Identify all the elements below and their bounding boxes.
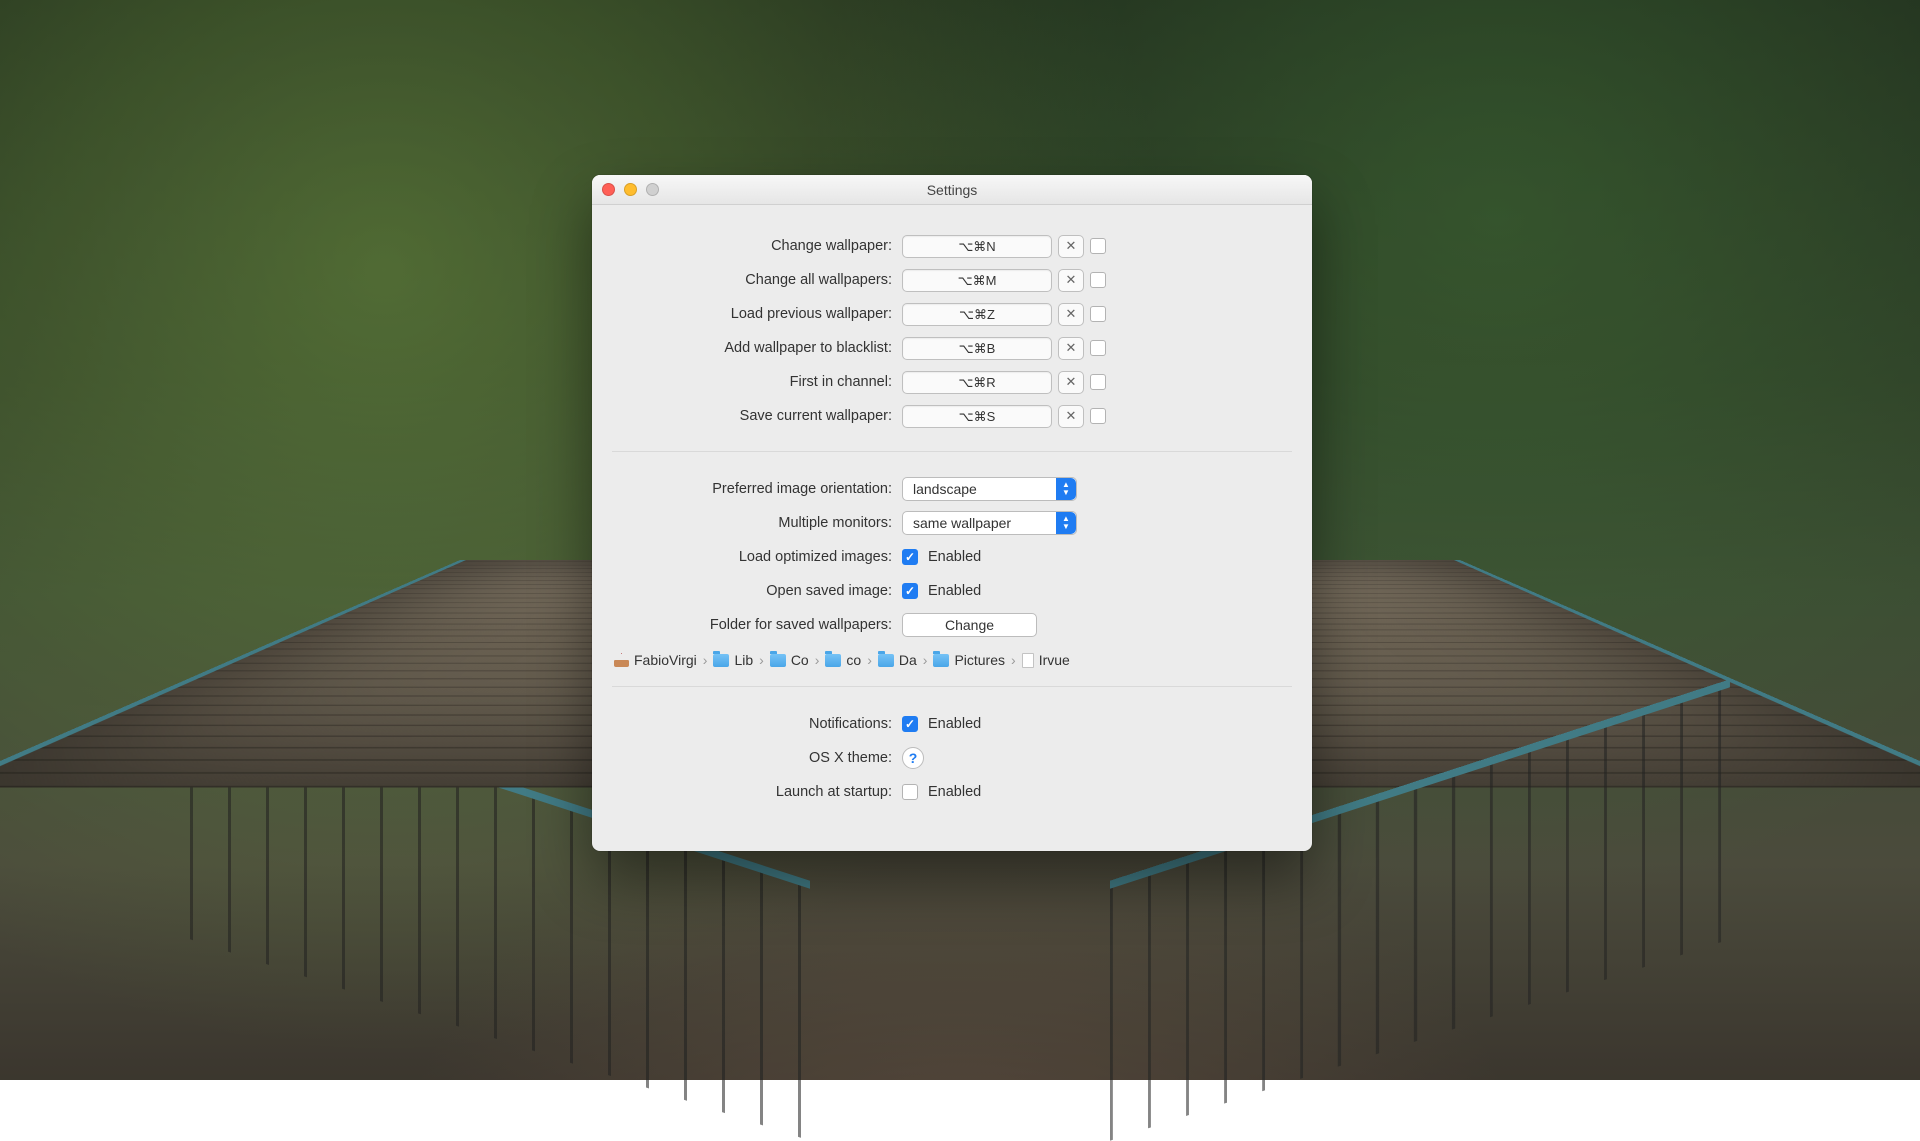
file-icon <box>1022 653 1034 668</box>
monitors-label: Multiple monitors: <box>612 515 902 531</box>
shortcut-enable-checkbox[interactable] <box>1090 340 1106 356</box>
shortcut-label: Change wallpaper: <box>612 238 902 254</box>
close-icon: ✕ <box>1066 374 1077 390</box>
folder-icon <box>770 654 786 667</box>
enabled-text: Enabled <box>928 784 981 800</box>
shortcut-enable-checkbox[interactable] <box>1090 272 1106 288</box>
chevron-right-icon: › <box>815 652 820 668</box>
open-saved-label: Open saved image: <box>612 583 902 599</box>
change-folder-button[interactable]: Change <box>902 613 1037 637</box>
close-icon: ✕ <box>1066 238 1077 254</box>
settings-window: Settings Change wallpaper: ⌥⌘N ✕ Change … <box>592 175 1312 851</box>
path-segment[interactable]: Co <box>770 652 809 668</box>
shortcut-enable-checkbox[interactable] <box>1090 306 1106 322</box>
notifications-label: Notifications: <box>612 716 902 732</box>
chevron-right-icon: › <box>759 652 764 668</box>
chevron-right-icon: › <box>923 652 928 668</box>
chevron-up-down-icon: ▲▼ <box>1056 478 1076 500</box>
clear-shortcut-button[interactable]: ✕ <box>1058 371 1084 394</box>
path-segment[interactable]: co <box>825 652 861 668</box>
chevron-up-down-icon: ▲▼ <box>1056 512 1076 534</box>
clear-shortcut-button[interactable]: ✕ <box>1058 269 1084 292</box>
shortcut-label: First in channel: <box>612 374 902 390</box>
shortcut-label: Change all wallpapers: <box>612 272 902 288</box>
clear-shortcut-button[interactable]: ✕ <box>1058 303 1084 326</box>
shortcut-field-first-channel[interactable]: ⌥⌘R <box>902 371 1052 394</box>
shortcut-label: Save current wallpaper: <box>612 408 902 424</box>
folder-path: FabioVirgi › Lib › Co › co › Da › Pictur… <box>612 644 1292 670</box>
startup-label: Launch at startup: <box>612 784 902 800</box>
shortcut-field-change-all[interactable]: ⌥⌘M <box>902 269 1052 292</box>
monitors-select[interactable]: same wallpaper ▲▼ <box>902 511 1077 535</box>
optimized-checkbox[interactable] <box>902 549 918 565</box>
orientation-value: landscape <box>913 481 977 497</box>
shortcuts-section: Change wallpaper: ⌥⌘N ✕ Change all wallp… <box>612 219 1292 451</box>
path-segment[interactable]: FabioVirgi <box>614 652 697 668</box>
orientation-select[interactable]: landscape ▲▼ <box>902 477 1077 501</box>
close-icon[interactable] <box>602 183 615 196</box>
shortcut-enable-checkbox[interactable] <box>1090 408 1106 424</box>
path-segment[interactable]: Da <box>878 652 917 668</box>
folder-icon <box>713 654 729 667</box>
close-icon: ✕ <box>1066 340 1077 356</box>
clear-shortcut-button[interactable]: ✕ <box>1058 405 1084 428</box>
enabled-text: Enabled <box>928 716 981 732</box>
enabled-text: Enabled <box>928 583 981 599</box>
optimized-label: Load optimized images: <box>612 549 902 565</box>
notifications-checkbox[interactable] <box>902 716 918 732</box>
open-saved-checkbox[interactable] <box>902 583 918 599</box>
orientation-label: Preferred image orientation: <box>612 481 902 497</box>
startup-checkbox[interactable] <box>902 784 918 800</box>
chevron-right-icon: › <box>1011 652 1016 668</box>
shortcut-enable-checkbox[interactable] <box>1090 374 1106 390</box>
theme-label: OS X theme: <box>612 750 902 766</box>
shortcut-field-blacklist[interactable]: ⌥⌘B <box>902 337 1052 360</box>
shortcut-field-previous[interactable]: ⌥⌘Z <box>902 303 1052 326</box>
close-icon: ✕ <box>1066 272 1077 288</box>
shortcut-label: Add wallpaper to blacklist: <box>612 340 902 356</box>
folder-icon <box>933 654 949 667</box>
folder-icon <box>825 654 841 667</box>
path-segment[interactable]: Lib <box>713 652 753 668</box>
clear-shortcut-button[interactable]: ✕ <box>1058 337 1084 360</box>
window-title: Settings <box>592 182 1312 198</box>
enabled-text: Enabled <box>928 549 981 565</box>
folder-label: Folder for saved wallpapers: <box>612 617 902 633</box>
home-icon <box>614 653 629 667</box>
chevron-right-icon: › <box>867 652 872 668</box>
chevron-right-icon: › <box>703 652 708 668</box>
path-segment[interactable]: Irvue <box>1022 652 1070 668</box>
system-section: Notifications: Enabled OS X theme: ? Lau… <box>612 686 1292 827</box>
monitors-value: same wallpaper <box>913 515 1011 531</box>
shortcut-field-change-wallpaper[interactable]: ⌥⌘N <box>902 235 1052 258</box>
shortcut-label: Load previous wallpaper: <box>612 306 902 322</box>
shortcut-enable-checkbox[interactable] <box>1090 238 1106 254</box>
titlebar[interactable]: Settings <box>592 175 1312 205</box>
zoom-icon <box>646 183 659 196</box>
minimize-icon[interactable] <box>624 183 637 196</box>
close-icon: ✕ <box>1066 306 1077 322</box>
shortcut-field-save[interactable]: ⌥⌘S <box>902 405 1052 428</box>
close-icon: ✕ <box>1066 408 1077 424</box>
path-segment[interactable]: Pictures <box>933 652 1005 668</box>
help-icon[interactable]: ? <box>902 747 924 769</box>
image-section: Preferred image orientation: landscape ▲… <box>612 451 1292 686</box>
folder-icon <box>878 654 894 667</box>
clear-shortcut-button[interactable]: ✕ <box>1058 235 1084 258</box>
